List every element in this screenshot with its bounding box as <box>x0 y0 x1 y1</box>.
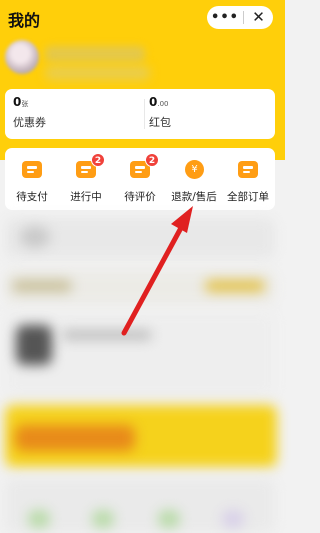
annotation-arrow <box>121 206 193 336</box>
arrow-head <box>171 206 193 233</box>
arrow-shaft <box>121 223 185 336</box>
